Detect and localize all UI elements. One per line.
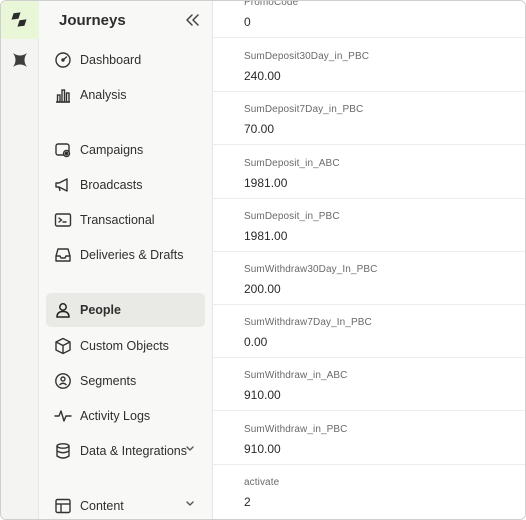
sidebar-item-label: Broadcasts xyxy=(80,178,143,192)
sidebar-item-transactional[interactable]: Transactional xyxy=(46,203,205,237)
attribute-key: SumWithdraw_in_ABC xyxy=(244,370,348,381)
chevron-down-icon xyxy=(185,500,195,508)
attribute-key: SumDeposit_in_ABC xyxy=(244,158,340,169)
bar-chart-icon xyxy=(54,86,72,104)
attribute-row: SumDeposit7Day_in_PBC 70.00 xyxy=(213,91,525,145)
attribute-value: 910.00 xyxy=(244,442,281,456)
pulse-icon xyxy=(54,407,72,425)
inbox-icon xyxy=(54,246,72,264)
app-rail xyxy=(1,1,39,519)
sidebar-item-label: Transactional xyxy=(80,213,155,227)
attribute-value: 1981.00 xyxy=(244,229,288,243)
megaphone-icon xyxy=(54,176,72,194)
sidebar-item-broadcasts[interactable]: Broadcasts xyxy=(46,168,205,202)
collapse-sidebar-button[interactable] xyxy=(183,10,203,30)
sidebar: Journeys Dashboard Analysis Campaigns Br… xyxy=(39,1,213,519)
sidebar-item-label: Dashboard xyxy=(80,53,142,67)
attribute-row: SumWithdraw_in_PBC 910.00 xyxy=(213,411,525,465)
sidebar-item-label: Custom Objects xyxy=(80,339,169,353)
layout-icon xyxy=(54,497,72,515)
attribute-key: SumWithdraw30Day_In_PBC xyxy=(244,264,378,275)
sidebar-item-analysis[interactable]: Analysis xyxy=(46,78,205,112)
sidebar-item-dashboard[interactable]: Dashboard xyxy=(46,43,205,77)
attribute-value: 0 xyxy=(244,15,251,29)
attribute-key: SumDeposit30Day_in_PBC xyxy=(244,51,370,62)
x-logo-icon xyxy=(11,51,29,69)
attribute-row: SumDeposit30Day_in_PBC 240.00 xyxy=(213,38,525,92)
cube-icon xyxy=(54,337,72,355)
attribute-key: SumWithdraw_in_PBC xyxy=(244,424,348,435)
terminal-icon xyxy=(54,211,72,229)
segment-icon xyxy=(54,372,72,390)
sidebar-item-label: Analysis xyxy=(80,88,127,102)
journeys-logo-icon xyxy=(11,12,29,28)
sidebar-item-label: Activity Logs xyxy=(80,409,151,423)
sidebar-header: Journeys xyxy=(39,1,213,41)
attribute-value: 2 xyxy=(244,495,251,509)
attribute-value: 0.00 xyxy=(244,335,268,349)
sidebar-title: Journeys xyxy=(59,12,126,29)
attribute-key: activate xyxy=(244,477,280,488)
attribute-value: 240.00 xyxy=(244,69,281,83)
attribute-row: SumDeposit_in_PBC 1981.00 xyxy=(213,198,525,252)
attribute-row: SumWithdraw30Day_In_PBC 200.00 xyxy=(213,251,525,305)
integrations-app-button[interactable] xyxy=(1,41,39,79)
person-icon xyxy=(54,301,72,319)
sidebar-item-segments[interactable]: Segments xyxy=(46,364,205,398)
attributes-panel[interactable]: PromoCode 0 SumDeposit30Day_in_PBC 240.0… xyxy=(213,1,525,519)
sidebar-item-label: Segments xyxy=(80,374,137,388)
sidebar-item-activity-logs[interactable]: Activity Logs xyxy=(46,399,205,433)
campaign-icon xyxy=(54,141,72,159)
attribute-key: SumWithdraw7Day_In_PBC xyxy=(244,317,372,328)
sidebar-item-content[interactable]: Content xyxy=(46,489,205,519)
attribute-value: 70.00 xyxy=(244,122,275,136)
attribute-row: SumDeposit_in_ABC 1981.00 xyxy=(213,145,525,199)
attribute-row: SumWithdraw_in_ABC 910.00 xyxy=(213,357,525,411)
attribute-key: SumDeposit_in_PBC xyxy=(244,211,340,222)
sidebar-item-custom-objects[interactable]: Custom Objects xyxy=(46,329,205,363)
sidebar-item-label: Data & Integrations xyxy=(80,444,188,458)
attribute-row: SumWithdraw7Day_In_PBC 0.00 xyxy=(213,304,525,358)
attribute-value: 1981.00 xyxy=(244,176,288,190)
sidebar-item-deliveries[interactable]: Deliveries & Drafts xyxy=(46,238,205,272)
database-icon xyxy=(54,442,72,460)
attribute-value: 910.00 xyxy=(244,388,281,402)
attribute-row: PromoCode 0 xyxy=(213,1,525,38)
sidebar-item-campaigns[interactable]: Campaigns xyxy=(46,133,205,167)
sidebar-item-label: People xyxy=(80,303,121,317)
sidebar-item-label: Campaigns xyxy=(80,143,144,157)
app-window: Journeys Dashboard Analysis Campaigns Br… xyxy=(0,0,526,520)
attribute-key: SumDeposit7Day_in_PBC xyxy=(244,104,364,115)
sidebar-item-people[interactable]: People xyxy=(46,293,205,327)
sidebar-item-data-integrations[interactable]: Data & Integrations xyxy=(46,434,205,468)
gauge-icon xyxy=(54,51,72,69)
sidebar-item-label: Deliveries & Drafts xyxy=(80,248,184,262)
journeys-app-button[interactable] xyxy=(1,1,39,39)
attribute-row: activate 2 xyxy=(213,464,525,518)
attribute-key: PromoCode xyxy=(244,1,299,8)
sidebar-item-label: Content xyxy=(80,499,124,513)
attribute-value: 200.00 xyxy=(244,282,281,296)
double-chevron-left-icon xyxy=(186,14,200,26)
chevron-down-icon xyxy=(185,445,195,453)
